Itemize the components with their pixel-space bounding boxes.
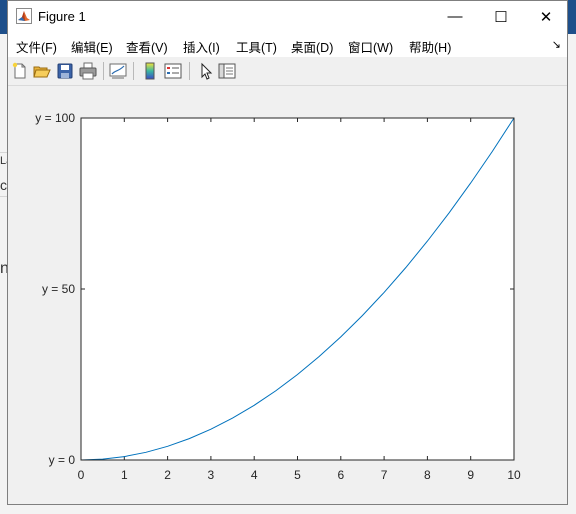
axes-background xyxy=(81,118,514,460)
x-tick-label: 7 xyxy=(381,468,388,482)
x-tick-label: 4 xyxy=(251,468,258,482)
x-tick-label: 5 xyxy=(294,468,301,482)
x-tick-label: 2 xyxy=(164,468,171,482)
y-tick-label: y = 0 xyxy=(49,453,76,467)
x-tick-label: 3 xyxy=(208,468,215,482)
x-tick-label: 10 xyxy=(507,468,521,482)
y-tick-label: y = 50 xyxy=(42,282,75,296)
plot-canvas: 0 1 2 3 4 5 6 7 8 9 10 y = 0 y = 50 y = 100 xyxy=(35,111,521,482)
x-tick-label: 0 xyxy=(78,468,85,482)
y-tick-label: y = 100 xyxy=(35,111,75,125)
x-tick-label: 1 xyxy=(121,468,128,482)
x-tick-label: 8 xyxy=(424,468,431,482)
x-tick-label: 9 xyxy=(467,468,474,482)
x-tick-label: 6 xyxy=(337,468,344,482)
